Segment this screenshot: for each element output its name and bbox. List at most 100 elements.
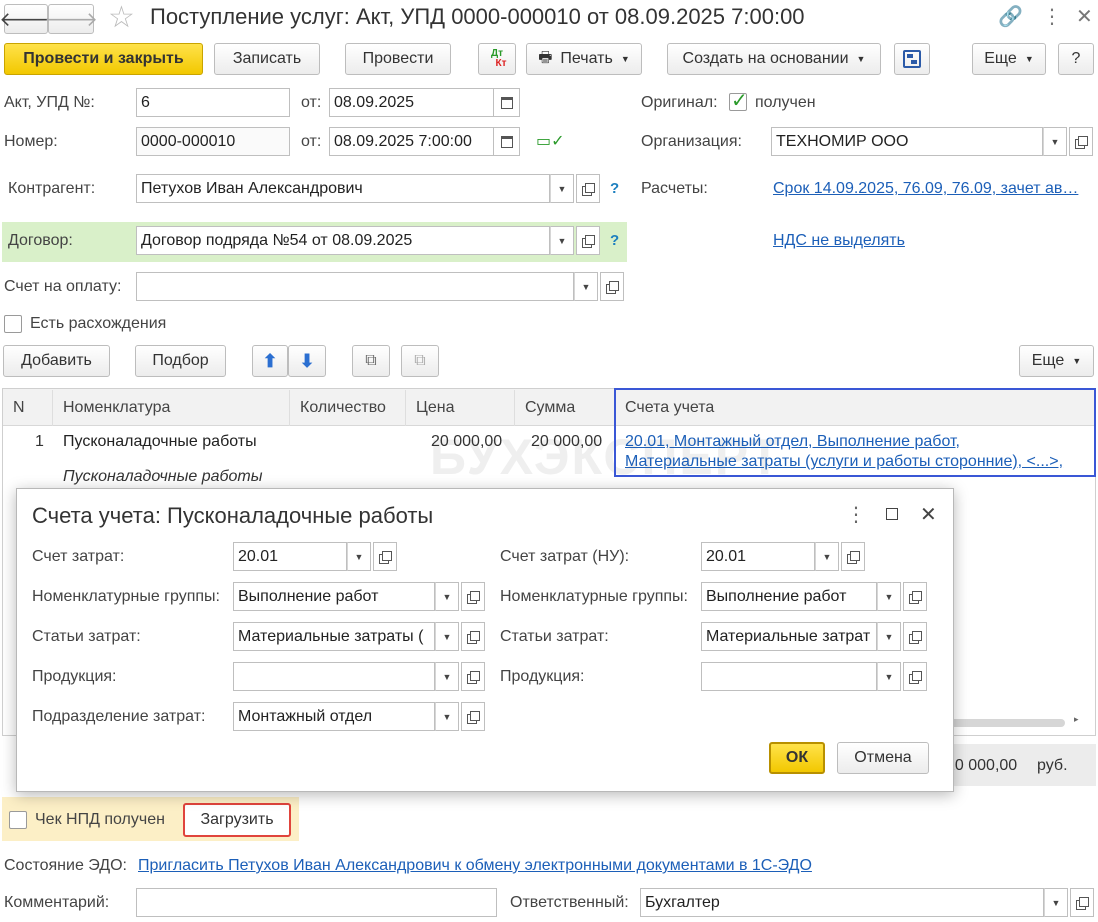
arrow-right-icon: 🡒 bbox=[44, 8, 98, 31]
ok-button[interactable]: ОК bbox=[769, 742, 825, 774]
comment-field[interactable] bbox=[136, 888, 497, 917]
responsible-dropdown-button[interactable]: ▼ bbox=[1044, 888, 1068, 917]
product-dropdown-button[interactable]: ▼ bbox=[435, 662, 459, 691]
structure-button[interactable] bbox=[894, 43, 930, 75]
table-scrollbar[interactable] bbox=[950, 719, 1065, 727]
counterparty-dropdown-button[interactable]: ▼ bbox=[550, 174, 574, 203]
create-based-on-button[interactable]: Создать на основании ▼ bbox=[667, 43, 881, 75]
act-number-field[interactable]: 6 bbox=[136, 88, 290, 117]
chevron-down-icon: ▼ bbox=[620, 54, 630, 64]
accounts-link-line2[interactable]: Материальные затраты (услуги и работы ст… bbox=[625, 453, 1063, 471]
chevron-down-icon: ▼ bbox=[1072, 356, 1082, 366]
tax-cost-account-open-button[interactable] bbox=[841, 542, 865, 571]
nomenclature-groups-field[interactable]: Выполнение работ bbox=[233, 582, 435, 611]
link-icon[interactable]: 🔗 bbox=[998, 4, 1023, 29]
invoice-dropdown-button[interactable]: ▼ bbox=[574, 272, 598, 301]
tax-nomenclature-groups-label: Номенклатурные группы: bbox=[500, 588, 688, 605]
column-header-sum[interactable]: Сумма bbox=[515, 390, 615, 426]
invoice-field[interactable] bbox=[136, 272, 574, 301]
back-button[interactable]: 🡐 bbox=[0, 4, 53, 34]
product-field[interactable] bbox=[233, 662, 435, 691]
settlements-link[interactable]: Срок 14.09.2025, 76.09, 76.09, зачет ав… bbox=[773, 180, 1078, 198]
contract-dropdown-button[interactable]: ▼ bbox=[550, 226, 574, 255]
division-field[interactable]: Монтажный отдел bbox=[233, 702, 435, 731]
edo-link[interactable]: Пригласить Петухов Иван Александрович к … bbox=[138, 857, 812, 875]
cost-items-open-button[interactable] bbox=[461, 622, 485, 651]
more-vertical-icon[interactable]: ⋮ bbox=[1042, 4, 1062, 29]
help-button[interactable]: ? bbox=[1058, 43, 1094, 75]
tax-nomenclature-groups-field[interactable]: Выполнение работ bbox=[701, 582, 877, 611]
tax-cost-items-dropdown-button[interactable]: ▼ bbox=[877, 622, 901, 651]
paste-row-button[interactable]: ⧉ bbox=[401, 345, 439, 377]
post-and-close-button[interactable]: Провести и закрыть bbox=[4, 43, 203, 75]
organization-field[interactable]: ТЕХНОМИР ООО bbox=[771, 127, 1043, 156]
scroll-right-icon[interactable]: ▸ bbox=[1074, 714, 1079, 725]
organization-open-button[interactable] bbox=[1069, 127, 1093, 156]
division-dropdown-button[interactable]: ▼ bbox=[435, 702, 459, 731]
tax-product-field[interactable] bbox=[701, 662, 877, 691]
save-button[interactable]: Записать bbox=[214, 43, 320, 75]
discrepancy-checkbox[interactable] bbox=[4, 315, 22, 333]
contract-open-button[interactable] bbox=[576, 226, 600, 255]
accounts-link-line1[interactable]: 20.01, Монтажный отдел, Выполнение работ… bbox=[625, 433, 960, 451]
tax-product-open-button[interactable] bbox=[903, 662, 927, 691]
print-button[interactable]: 🖶 Печать ▼ bbox=[526, 43, 642, 75]
tax-product-dropdown-button[interactable]: ▼ bbox=[877, 662, 901, 691]
column-header-quantity[interactable]: Количество bbox=[290, 390, 406, 426]
cost-items-field[interactable]: Материальные затраты ( bbox=[233, 622, 435, 651]
act-date-field[interactable]: 08.09.2025 bbox=[329, 88, 494, 117]
number-date-field[interactable]: 08.09.2025 7:00:00 bbox=[329, 127, 494, 156]
counterparty-field[interactable]: Петухов Иван Александрович bbox=[136, 174, 550, 203]
npd-checkbox[interactable] bbox=[9, 811, 27, 829]
tax-cost-account-dropdown-button[interactable]: ▼ bbox=[815, 542, 839, 571]
table-more-button[interactable]: Еще ▼ bbox=[1019, 345, 1094, 377]
cost-account-dropdown-button[interactable]: ▼ bbox=[347, 542, 371, 571]
vat-link[interactable]: НДС не выделять bbox=[773, 232, 905, 250]
cost-items-dropdown-button[interactable]: ▼ bbox=[435, 622, 459, 651]
tax-nomenclature-groups-open-button[interactable] bbox=[903, 582, 927, 611]
calendar-button[interactable] bbox=[494, 88, 520, 117]
help-icon[interactable]: ? bbox=[610, 180, 619, 197]
product-open-button[interactable] bbox=[461, 662, 485, 691]
division-open-button[interactable] bbox=[461, 702, 485, 731]
add-button[interactable]: Добавить bbox=[3, 345, 110, 377]
cost-account-open-button[interactable] bbox=[373, 542, 397, 571]
chevron-down-icon: ▼ bbox=[1024, 54, 1034, 64]
move-up-button[interactable]: ⬆ bbox=[252, 345, 288, 377]
tax-cost-items-open-button[interactable] bbox=[903, 622, 927, 651]
forward-button[interactable]: 🡒 bbox=[44, 4, 98, 34]
counterparty-open-button[interactable] bbox=[576, 174, 600, 203]
pick-button[interactable]: Подбор bbox=[135, 345, 226, 377]
more-vertical-icon[interactable]: ⋮ bbox=[846, 502, 866, 527]
move-down-button[interactable]: ⬇ bbox=[288, 345, 326, 377]
dt-kt-button[interactable]: Дт Кт bbox=[478, 43, 516, 75]
contract-field[interactable]: Договор подряда №54 от 08.09.2025 bbox=[136, 226, 550, 255]
responsible-field[interactable]: Бухгалтер bbox=[640, 888, 1044, 917]
help-icon[interactable]: ? bbox=[610, 232, 619, 249]
star-icon[interactable]: ☆ bbox=[108, 0, 135, 35]
column-header-nomenclature[interactable]: Номенклатура bbox=[53, 390, 290, 426]
organization-dropdown-button[interactable]: ▼ bbox=[1043, 127, 1067, 156]
status-check-icon[interactable]: ▭✓ bbox=[536, 131, 565, 151]
calendar-button[interactable] bbox=[494, 127, 520, 156]
number-field[interactable]: 0000-000010 bbox=[136, 127, 290, 156]
responsible-open-button[interactable] bbox=[1070, 888, 1094, 917]
maximize-icon[interactable] bbox=[886, 508, 898, 520]
more-button[interactable]: Еще ▼ bbox=[972, 43, 1046, 75]
copy-row-button[interactable]: ⧉ bbox=[352, 345, 390, 377]
load-button[interactable]: Загрузить bbox=[183, 803, 291, 837]
column-header-n[interactable]: N bbox=[3, 390, 53, 426]
column-header-price[interactable]: Цена bbox=[406, 390, 515, 426]
post-button[interactable]: Провести bbox=[345, 43, 451, 75]
original-checkbox[interactable]: ✓ bbox=[729, 90, 748, 112]
tax-cost-items-field[interactable]: Материальные затрат bbox=[701, 622, 877, 651]
tax-nomenclature-groups-dropdown-button[interactable]: ▼ bbox=[877, 582, 901, 611]
cost-account-field[interactable]: 20.01 bbox=[233, 542, 347, 571]
tax-cost-account-field[interactable]: 20.01 bbox=[701, 542, 815, 571]
nomenclature-groups-open-button[interactable] bbox=[461, 582, 485, 611]
close-icon[interactable]: ✕ bbox=[1076, 4, 1093, 29]
close-icon[interactable]: ✕ bbox=[920, 502, 937, 527]
cancel-button[interactable]: Отмена bbox=[837, 742, 929, 774]
nomenclature-groups-dropdown-button[interactable]: ▼ bbox=[435, 582, 459, 611]
invoice-open-button[interactable] bbox=[600, 272, 624, 301]
